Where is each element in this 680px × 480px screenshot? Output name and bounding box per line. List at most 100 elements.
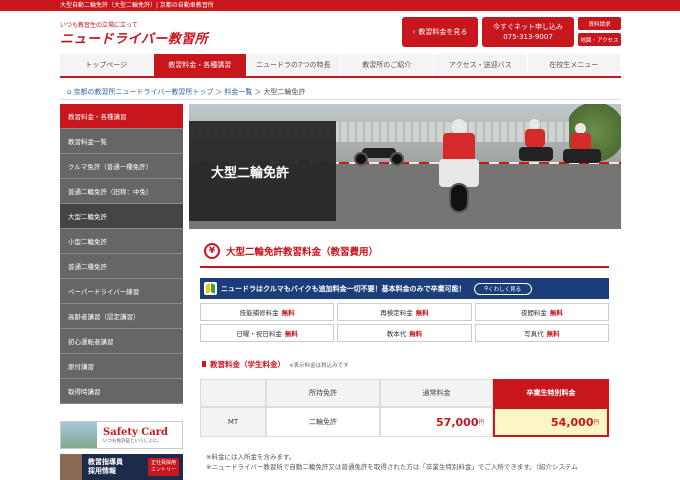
special-price-cell: 54,000 円 [493,407,609,437]
recruit-photo [60,454,82,480]
table-header-cell: 通常料金 [380,379,493,407]
map-access-button[interactable]: 地図・アクセス [578,33,621,46]
free-item-value: 無料 [549,309,563,317]
note-line: ※料金には入所金を含みます。 [206,453,296,461]
apply-online-button[interactable]: 今すぐネット申し込み 075-313-9007 [482,17,574,47]
free-item: 再検定料金 無料 [337,303,472,321]
breadcrumb-home[interactable]: 京都の教習所ニュードライバー教習所トップ [73,87,213,97]
free-item-value: 無料 [409,330,423,338]
normal-price: 57,000 [436,415,479,429]
license-cell: 二輪免許 [266,407,380,437]
recruit-line2: 採用情報 [88,467,116,475]
breadcrumb-current: 大型二輪免許 [263,88,306,96]
recruit-line1: 教習指導員 [88,458,123,466]
free-item-label: 写真代 [524,330,544,338]
apply-online-label: 今すぐネット申し込み [493,23,563,31]
chevron-right-icon: › [412,28,416,36]
free-item: 日曜・祝日料金 無料 [200,324,335,342]
recruit-banner[interactable]: 教習指導員 採用情報 正社員採用 エントリー [60,454,183,480]
request-docs-button[interactable]: 資料請求 [578,17,621,30]
view-fees-button[interactable]: › 教習料金を見る [402,17,478,47]
breadcrumb-sep: ＞ [215,88,223,96]
recruit-entry-line2: エントリー [150,467,176,473]
table-header-special: 卒業生特別料金 [493,379,609,407]
fee-subheader: 教習料金（学生料金） ※表示料金は税込みです [202,359,349,370]
riders-photo [519,119,609,179]
table-header-cell [200,379,266,407]
hero-title: 大型二輪免許 [211,165,290,181]
rider-photo [429,119,489,214]
motorcycle-photo [354,136,404,166]
free-item-label: 日曜・祝日料金 [236,330,282,338]
free-item-value: 無料 [415,309,429,317]
free-item: 教本代 無料 [337,324,472,342]
free-items-grid: 技能補修料金 無料 再検定料金 無料 夜間料金 無料 日曜・祝日料金 無料 教本代 無料 … [200,303,609,342]
sidebar-header: 教習料金・各種講習 [60,104,183,129]
section-header: ¥ 大型二輪免許教習料金（教習費用） [204,241,378,261]
free-item-label: 教本代 [386,330,407,338]
section-title: 大型二輪免許教習料金（教習費用） [226,247,379,258]
fee-table: 所持免許 通常料金 卒業生特別料金 MT 二輪免許 57,000 円 54,00… [200,379,609,437]
sidebar-item-elderly[interactable]: 高齢者講習（認定講習） [60,304,183,329]
breadcrumb: ⌂ 京都の教習所ニュードライバー教習所トップ ＞ 料金一覧 ＞ 大型二輪免許 [67,87,305,97]
free-item: 夜間料金 無料 [474,303,609,321]
fee-subheader-title: 教習料金（学生料金） [210,360,285,369]
sidebar-item-moped[interactable]: 原付講習 [60,354,183,379]
safety-card-image [61,422,97,448]
sidebar-item-class2[interactable]: 普通二種免許 [60,254,183,279]
home-icon: ⌂ [67,88,72,96]
free-item-label: 技能補修料金 [239,309,279,317]
details-button[interactable]: ⚲ くわしく見る [473,282,532,295]
sidebar-item-small-motorcycle[interactable]: 小型二輪免許 [60,229,183,254]
recruit-entry-badge: 正社員採用 エントリー [147,458,179,476]
sidebar-item-fee-list[interactable]: 教習料金一覧 [60,129,183,154]
sidebar-item-car[interactable]: クルマ免許（普通一種免許） [60,154,183,179]
nav-fees[interactable]: 教習料金・各種講習 [153,54,247,76]
sidebar-item-paper-driver[interactable]: ペーパードライバー練習 [60,279,183,304]
no-extra-fee-banner: ニュードラはクルマもバイクも追加料金一切不要！基本料金のみで卒業可能！ ⚲ くわ… [200,278,609,299]
sidebar-item-beginner[interactable]: 初心運転者講習 [60,329,183,354]
phone-number: 075-313-9007 [503,33,553,41]
nav-about[interactable]: 教習所のご紹介 [340,54,434,76]
free-item-value: 無料 [546,330,560,338]
sidebar: 教習料金・各種講習 教習料金一覧 クルマ免許（普通一種免許） 普通二輪免許（旧称… [60,104,183,404]
nav-students[interactable]: 在校生メニュー [527,54,621,76]
sidebar-item-large-motorcycle[interactable]: 大型二輪免許 [60,204,183,229]
sidebar-item-standard-motorcycle[interactable]: 普通二輪免許（旧称：中免） [60,179,183,204]
free-item: 写真代 無料 [474,324,609,342]
table-header-row: 所持免許 通常料金 卒業生特別料金 [200,379,609,407]
free-item-label: 夜間料金 [520,309,547,317]
free-item-label: 再検定料金 [380,309,413,317]
recruit-entry-line1: 正社員採用 [150,460,176,466]
hero-label: 大型二輪免許 [189,121,336,221]
safety-card-title: Safety Card [103,426,168,438]
note-line: ※ニュードライバー教習所で自動二輪免許又は普通免許を取得された方は「卒業生特別料… [206,463,578,471]
breadcrumb-sep: ＞ [254,88,262,96]
table-header-cell: 所持免許 [266,379,380,407]
hero-image: 大型二輪免許 [189,104,621,229]
top-bar: 大型自動二輪免許（大型二輪免許）| 京都の自動車教習所 [0,0,680,11]
safety-card-subtitle: いつも免許証といっしょに。 [103,438,162,444]
nav-features[interactable]: ニュードラの7つの特長 [247,54,341,76]
view-fees-label: 教習料金を見る [418,28,468,36]
free-item-value: 無料 [281,309,295,317]
nav-access[interactable]: アクセス・送迎バス [434,54,528,76]
safety-card-banner[interactable]: Safety Card いつも免許証といっしょに。 [60,421,183,449]
yen-icon: ¥ [204,243,220,259]
vehicle-type-cell: MT [200,407,266,437]
details-label: くわしく見る [488,286,522,293]
logo[interactable]: ニュードライバー教習所 [60,28,208,47]
price-unit: 円 [478,420,484,426]
section-underline [200,266,609,268]
table-row: MT 二輪免許 57,000 円 54,000 円 [200,407,609,437]
normal-price-cell: 57,000 円 [380,407,493,437]
price-unit: 円 [593,420,599,426]
free-item-value: 無料 [284,330,298,338]
divider [60,99,621,100]
breadcrumb-fees[interactable]: 料金一覧 [224,87,252,97]
free-item: 技能補修料金 無料 [200,303,335,321]
nav-top[interactable]: トップページ [60,54,154,76]
global-nav: トップページ 教習料金・各種講習 ニュードラの7つの特長 教習所のご紹介 アクセ… [60,54,621,78]
sidebar-item-acquisition[interactable]: 取得時講習 [60,379,183,404]
banner-text: ニュードラはクルマもバイクも追加料金一切不要！基本料金のみで卒業可能！ [221,284,466,293]
